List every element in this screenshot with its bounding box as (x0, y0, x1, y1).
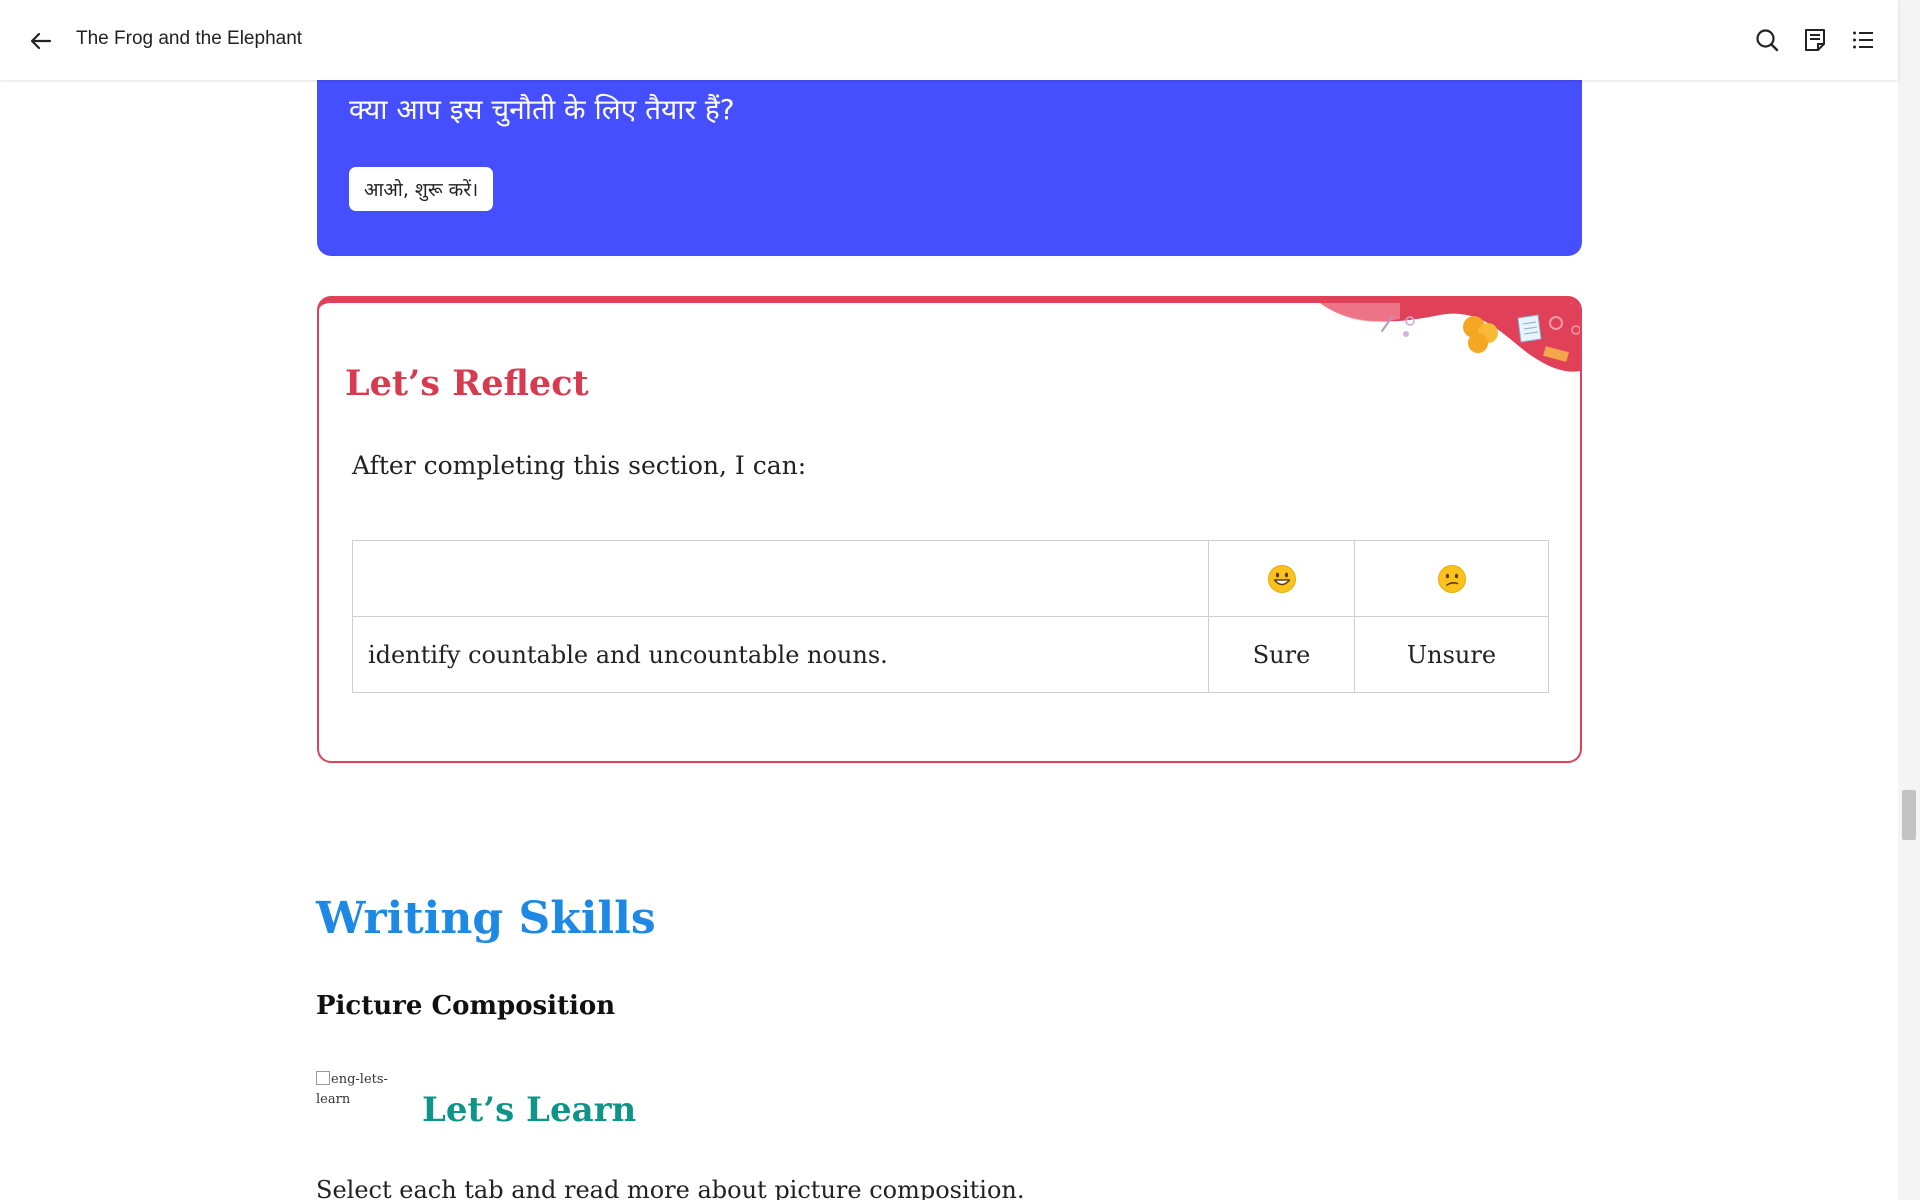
back-arrow-icon[interactable] (26, 26, 56, 56)
lets-learn-heading: Let’s Learn (422, 1090, 637, 1130)
reflect-subtitle: After completing this section, I can: (352, 451, 807, 480)
top-app-bar: The Frog and the Elephant (0, 0, 1898, 80)
notes-icon[interactable] (1800, 25, 1830, 55)
challenge-question: क्या आप इस चुनौती के लिए तैयार हैं? (349, 93, 735, 126)
table-header-cell (1208, 540, 1355, 617)
table-row: identify countable and uncountable nouns… (352, 616, 1549, 693)
challenge-card: क्या आप इस चुनौती के लिए तैयार हैं? आओ, … (317, 60, 1582, 256)
statement-cell: identify countable and uncountable nouns… (352, 616, 1209, 693)
broken-image-icon (316, 1071, 330, 1085)
confused-face-icon (1437, 564, 1466, 593)
start-challenge-button[interactable]: आओ, शुरू करें। (349, 167, 494, 211)
scrollbar-track[interactable] (1898, 0, 1920, 1200)
grinning-face-icon (1267, 564, 1296, 593)
broken-image: eng-lets-learn (316, 1070, 392, 1110)
sure-option[interactable]: Sure (1208, 616, 1355, 693)
reflect-decoration-icon (1320, 303, 1580, 372)
unsure-option[interactable]: Unsure (1354, 616, 1549, 693)
self-assessment-table: identify countable and uncountable nouns… (352, 540, 1549, 693)
table-header-cell (1354, 540, 1549, 617)
table-header-row (352, 540, 1549, 617)
book-title: The Frog and the Elephant (76, 28, 303, 49)
reflect-title: Let’s Reflect (345, 363, 589, 404)
table-header-cell (352, 540, 1209, 617)
scrollbar-thumb[interactable] (1902, 790, 1916, 840)
reader-content: क्या आप इस चुनौती के लिए तैयार हैं? आओ, … (0, 0, 1898, 1200)
search-icon[interactable] (1752, 25, 1782, 55)
lets-reflect-card: Let’s Reflect After completing this sect… (317, 296, 1582, 763)
instruction-paragraph: Select each tab and read more about pict… (316, 1176, 1025, 1200)
writing-skills-heading: Writing Skills (316, 893, 656, 944)
contents-list-icon[interactable] (1848, 25, 1878, 55)
picture-composition-heading: Picture Composition (316, 991, 616, 1021)
